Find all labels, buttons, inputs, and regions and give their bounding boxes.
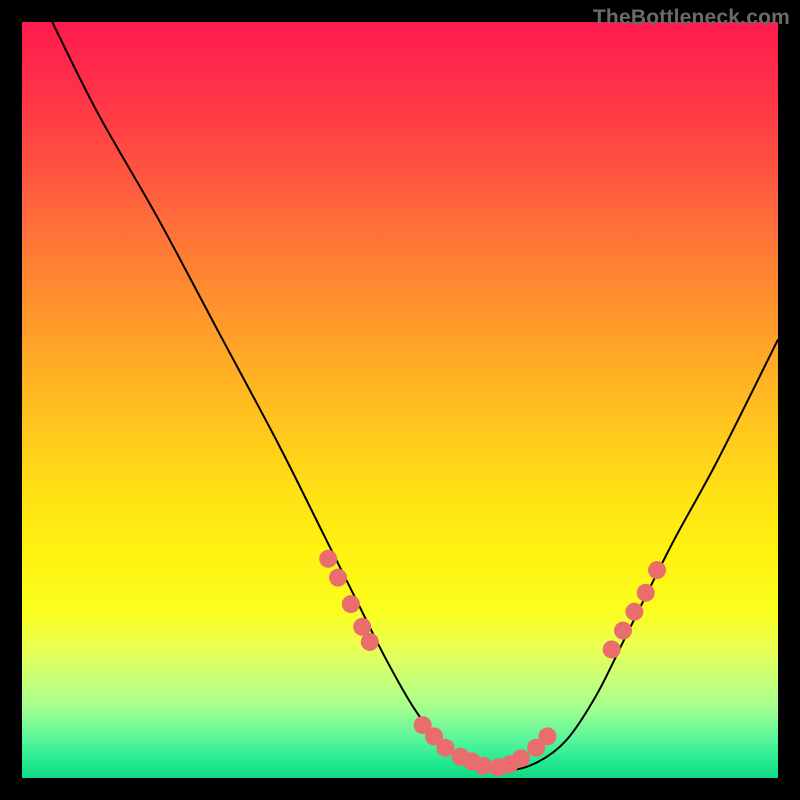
plot-area [22,22,778,778]
data-marker [614,622,632,640]
data-marker [637,584,655,602]
watermark-text: TheBottleneck.com [593,6,790,30]
data-marker [512,749,530,767]
chart-container: TheBottleneck.com [0,0,800,800]
data-marker [361,633,379,651]
data-marker [538,727,556,745]
data-marker [603,640,621,658]
data-marker [436,739,454,757]
data-marker [625,603,643,621]
data-marker [329,569,347,587]
bottleneck-curve [52,22,778,770]
data-marker [342,595,360,613]
chart-svg [22,22,778,778]
curve-group [52,22,778,770]
data-marker [319,550,337,568]
data-marker [648,561,666,579]
marker-group [319,550,666,777]
